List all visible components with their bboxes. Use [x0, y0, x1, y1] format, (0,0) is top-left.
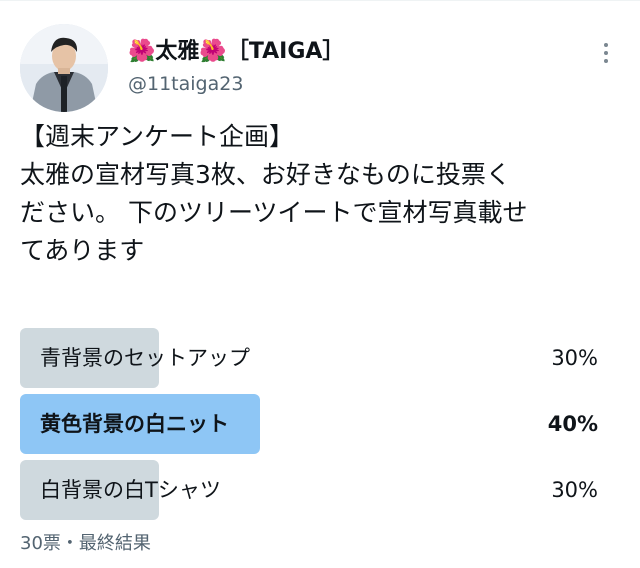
tweet-text: 【週末アンケート企画】 太雅の宣材写真3枚、お好きなものに投票く ださい。 下の… — [20, 118, 624, 270]
top-divider — [0, 0, 640, 1]
tweet-line: 太雅の宣材写真3枚、お好きなものに投票く — [20, 160, 511, 189]
poll-option: 青背景のセットアップ 30% — [20, 328, 598, 388]
more-options-button[interactable] — [598, 40, 614, 66]
avatar[interactable] — [20, 24, 108, 112]
display-name-row[interactable]: 🌺太雅🌺［TAIGA］ — [128, 38, 344, 66]
more-vertical-icon — [604, 43, 608, 47]
poll-option-label: 青背景のセットアップ — [40, 346, 250, 370]
poll-option: 黄色背景の白ニット 40% — [20, 394, 598, 454]
hibiscus-icon: 🌺 — [128, 39, 156, 64]
poll-option: 白背景の白Tシャツ 30% — [20, 460, 598, 520]
user-handle[interactable]: @11taiga23 — [128, 72, 243, 96]
tweet-line: てあります — [20, 236, 145, 265]
poll: 青背景のセットアップ 30% 黄色背景の白ニット 40% 白背景の白Tシャツ 3… — [20, 328, 598, 526]
group-tag: ［TAIGA］ — [226, 39, 345, 64]
profile-photo-icon — [20, 24, 108, 112]
poll-footer: 30票・最終結果 — [20, 533, 151, 554]
poll-option-percent: 30% — [551, 478, 598, 502]
poll-option-percent: 30% — [551, 346, 598, 370]
tweet-line: ださい。 下のツリーツイートで宣材写真載せ — [20, 198, 528, 227]
more-vertical-icon — [604, 51, 608, 55]
poll-option-label: 黄色背景の白ニット — [40, 412, 229, 436]
more-vertical-icon — [604, 59, 608, 63]
hibiscus-icon: 🌺 — [199, 39, 227, 64]
tweet-line: 【週末アンケート企画】 — [20, 122, 295, 151]
poll-option-label: 白背景の白Tシャツ — [40, 478, 221, 502]
poll-option-percent: 40% — [547, 412, 598, 436]
display-name: 太雅 — [155, 39, 200, 64]
